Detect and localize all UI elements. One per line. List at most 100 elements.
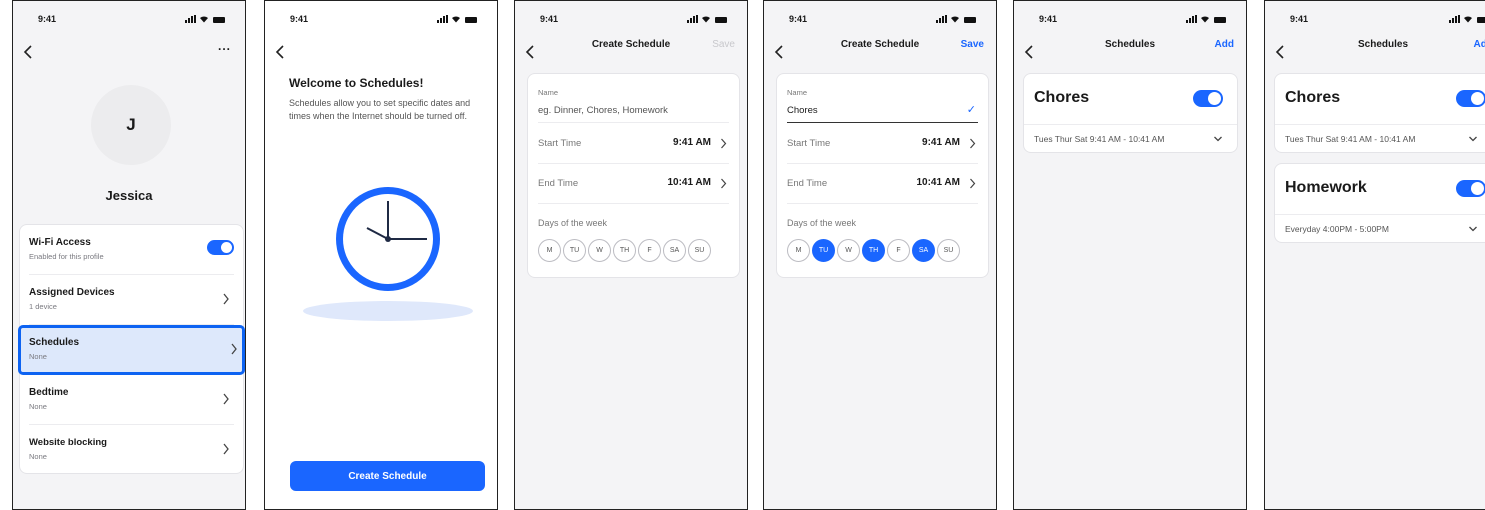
day-saturday[interactable]: SA [663, 239, 686, 262]
signal-icon [936, 15, 947, 23]
row-title: Wi-Fi Access [29, 237, 91, 248]
start-time-row[interactable]: Start Time 9:41 AM [787, 124, 978, 164]
status-time: 9:41 [540, 14, 559, 24]
schedule-card[interactable]: Chores Tues Thur Sat 9:41 AM - 10:41 AM [1023, 73, 1238, 153]
checkmark-icon: ✓ [966, 104, 976, 116]
start-time-row[interactable]: Start Time 9:41 AM [538, 124, 729, 164]
schedule-card[interactable]: Chores Tues Thur Sat 9:41 AM - 10:41 AM [1274, 73, 1485, 153]
end-time-row[interactable]: End Time 10:41 AM [538, 164, 729, 204]
row-title: Assigned Devices [29, 287, 115, 298]
battery-icon [213, 17, 225, 23]
assigned-devices-row[interactable]: Assigned Devices 1 device [29, 275, 234, 325]
name-label: Name [787, 88, 808, 97]
name-input[interactable]: Chores [787, 105, 818, 116]
battery-icon [964, 17, 976, 23]
status-time: 9:41 [38, 14, 57, 24]
wifi-access-row[interactable]: Wi-Fi Access Enabled for this profile [29, 225, 234, 275]
save-button[interactable]: Save [961, 39, 984, 50]
schedule-name: Homework [1285, 179, 1367, 196]
days-label: Days of the week [538, 218, 608, 228]
status-icons [936, 15, 976, 23]
back-chevron-icon[interactable] [21, 44, 35, 60]
back-chevron-icon[interactable] [273, 44, 287, 60]
schedule-toggle[interactable] [1456, 180, 1485, 197]
day-friday[interactable]: F [887, 239, 910, 262]
schedules-row[interactable]: Schedules None [18, 325, 245, 375]
day-tuesday[interactable]: TU [563, 239, 586, 262]
create-schedule-button[interactable]: Create Schedule [290, 461, 485, 491]
schedule-toggle[interactable] [1193, 90, 1223, 107]
row-title: Bedtime [29, 387, 69, 398]
divider [1024, 124, 1237, 125]
day-monday[interactable]: M [538, 239, 561, 262]
start-time-value: 9:41 AM [673, 137, 711, 148]
end-time-row[interactable]: End Time 10:41 AM [787, 164, 978, 204]
avatar-initial: J [126, 115, 136, 134]
row-subtitle: Enabled for this profile [29, 252, 104, 261]
day-thursday[interactable]: TH [862, 239, 885, 262]
signal-icon [1449, 15, 1460, 23]
wifi-icon [1201, 16, 1209, 23]
day-tuesday[interactable]: TU [812, 239, 835, 262]
divider [1275, 124, 1485, 125]
status-bar: 9:41 [1265, 14, 1485, 28]
chevron-right-icon [223, 393, 229, 405]
battery-icon [465, 17, 477, 23]
more-options-button[interactable]: ... [218, 39, 231, 53]
signal-icon [687, 15, 698, 23]
end-time-value: 10:41 AM [667, 177, 711, 188]
clock-illustration-icon [303, 187, 473, 321]
schedule-card[interactable]: Homework Everyday 4:00PM - 5:00PM [1274, 163, 1485, 243]
end-time-value: 10:41 AM [916, 177, 960, 188]
battery-icon [1477, 17, 1485, 23]
chevron-down-icon[interactable] [1468, 225, 1478, 233]
status-bar: 9:41 [515, 14, 747, 28]
start-time-label: Start Time [538, 138, 582, 149]
chevron-right-icon [231, 343, 237, 355]
save-button[interactable]: Save [712, 39, 735, 50]
nav-title: Schedules [1357, 39, 1409, 50]
day-wednesday[interactable]: W [837, 239, 860, 262]
name-underline [538, 122, 729, 123]
add-button[interactable]: Add [1215, 39, 1234, 50]
start-time-value: 9:41 AM [922, 137, 960, 148]
signal-icon [437, 15, 448, 23]
start-time-label: Start Time [787, 138, 831, 149]
schedules-list-two-screen: 9:41 Schedules Add Chores Tues Thur Sat … [1264, 0, 1485, 510]
bedtime-row[interactable]: Bedtime None [29, 375, 234, 425]
schedule-name: Chores [1285, 89, 1341, 106]
name-label: Name [538, 88, 559, 97]
end-time-label: End Time [787, 178, 828, 189]
row-title: Schedules [29, 337, 80, 348]
status-time: 9:41 [789, 14, 808, 24]
signal-icon [185, 15, 196, 23]
day-sunday[interactable]: SU [688, 239, 711, 262]
row-subtitle: None [29, 402, 47, 411]
schedule-toggle[interactable] [1456, 90, 1485, 107]
wifi-access-toggle[interactable] [207, 240, 234, 255]
add-button[interactable]: Add [1474, 39, 1485, 50]
schedule-name: Chores [1034, 89, 1090, 106]
schedule-times: Tues Thur Sat 9:41 AM - 10:41 AM [1034, 134, 1165, 144]
schedule-form-card: Name eg. Dinner, Chores, Homework Start … [527, 73, 740, 278]
day-friday[interactable]: F [638, 239, 661, 262]
chevron-right-icon [223, 443, 229, 455]
name-input[interactable]: eg. Dinner, Chores, Homework [538, 105, 668, 116]
battery-icon [1214, 17, 1226, 23]
chevron-down-icon[interactable] [1213, 135, 1223, 143]
day-thursday[interactable]: TH [613, 239, 636, 262]
day-wednesday[interactable]: W [588, 239, 611, 262]
status-icons [437, 15, 477, 23]
status-bar: 9:41 [265, 14, 497, 28]
website-blocking-row[interactable]: Website blocking None [29, 425, 234, 475]
day-monday[interactable]: M [787, 239, 810, 262]
create-schedule-empty-screen: 9:41 Create Schedule Save Name eg. Dinne… [514, 0, 748, 510]
day-saturday[interactable]: SA [912, 239, 935, 262]
chevron-down-icon[interactable] [1468, 135, 1478, 143]
chevron-right-icon [223, 293, 229, 305]
avatar: J [91, 85, 171, 165]
wifi-icon [702, 16, 710, 23]
welcome-description: Schedules allow you to set specific date… [289, 98, 471, 121]
status-bar: 9:41 [1014, 14, 1246, 28]
day-sunday[interactable]: SU [937, 239, 960, 262]
